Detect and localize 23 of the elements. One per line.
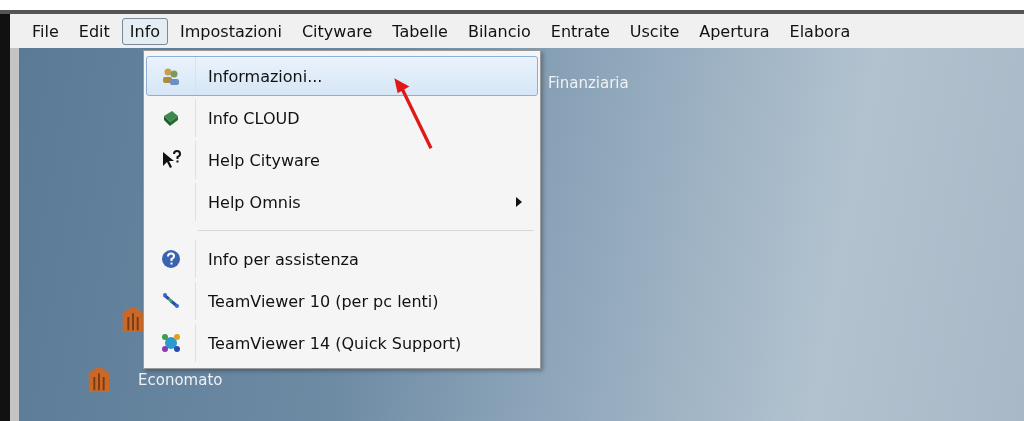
menu-item[interactable]: Info CLOUD	[146, 98, 538, 138]
menu-bar-item[interactable]: Edit	[70, 17, 118, 45]
menu-item[interactable]: TeamViewer 10 (per pc lenti)	[146, 281, 538, 321]
help-icon	[161, 249, 181, 269]
submenu-arrow-icon	[515, 196, 523, 208]
menu-item[interactable]: TeamViewer 14 (Quick Support)	[146, 323, 538, 363]
menu-bar-item[interactable]: Entrate	[542, 17, 618, 45]
menu-bar-item[interactable]: Info	[121, 17, 169, 45]
menu-bar-item[interactable]: Elabora	[781, 17, 859, 45]
menu-bar-item[interactable]: Apertura	[691, 17, 778, 45]
menu-item[interactable]: Help Cityware	[146, 140, 538, 180]
menu-bar-item[interactable]: Impostazioni	[172, 17, 290, 45]
menu-item[interactable]: Informazioni...	[146, 56, 538, 96]
menu-item[interactable]: Help Omnis	[146, 182, 538, 222]
people-icon	[161, 66, 181, 86]
menu-bar-item[interactable]: File	[24, 17, 67, 45]
menu-bar-item[interactable]: Bilancio	[459, 17, 539, 45]
menu-bar-item[interactable]: Tabelle	[384, 17, 456, 45]
help-pointer-icon	[161, 150, 181, 170]
menu-item[interactable]: Info per assistenza	[146, 239, 538, 279]
menu-bar-item[interactable]: Uscite	[621, 17, 688, 45]
desktop-label[interactable]: Economato	[138, 371, 223, 389]
menu-bar-item[interactable]: Cityware	[293, 17, 381, 45]
